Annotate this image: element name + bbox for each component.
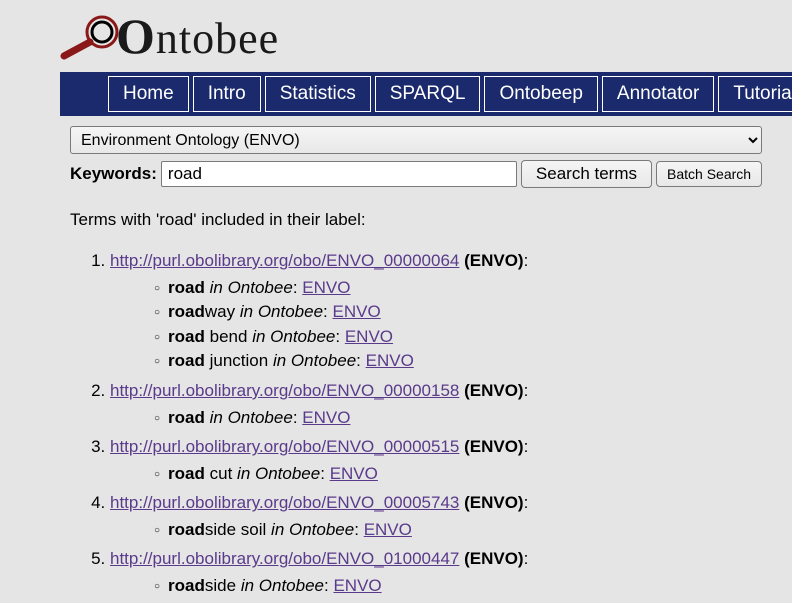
sub-item: roadway in Ontobee: ENVO <box>154 300 782 325</box>
logo-area: Ontobee <box>60 6 792 72</box>
nav-statistics[interactable]: Statistics <box>265 76 371 112</box>
term-source: (ENVO) <box>464 437 524 456</box>
result-item: http://purl.obolibrary.org/obo/ENVO_0000… <box>110 378 782 430</box>
match-text: road <box>168 302 205 321</box>
term-source: (ENVO) <box>464 493 524 512</box>
match-text: road <box>168 520 205 539</box>
batch-search-button[interactable]: Batch Search <box>656 161 762 187</box>
term-source: (ENVO) <box>464 251 524 270</box>
term-url-link[interactable]: http://purl.obolibrary.org/obo/ENVO_0000… <box>110 493 459 512</box>
sub-item: road in Ontobee: ENVO <box>154 276 782 301</box>
sub-item: roadside in Ontobee: ENVO <box>154 574 782 599</box>
result-item: http://purl.obolibrary.org/obo/ENVO_0100… <box>110 546 782 598</box>
logo: Ontobee <box>60 6 792 66</box>
in-ontobee-text: in Ontobee <box>237 464 320 483</box>
term-url-link[interactable]: http://purl.obolibrary.org/obo/ENVO_0000… <box>110 381 459 400</box>
sub-item: road bend in Ontobee: ENVO <box>154 325 782 350</box>
term-url-link[interactable]: http://purl.obolibrary.org/obo/ENVO_0100… <box>110 549 459 568</box>
rest-text: cut <box>210 464 233 483</box>
ontology-link[interactable]: ENVO <box>302 408 350 427</box>
in-ontobee-text: in Ontobee <box>210 278 293 297</box>
sub-list: road in Ontobee: ENVO <box>110 406 782 431</box>
sub-list: road cut in Ontobee: ENVO <box>110 462 782 487</box>
results-intro: Terms with 'road' included in their labe… <box>70 210 782 230</box>
ontology-link[interactable]: ENVO <box>364 520 412 539</box>
in-ontobee-text: in Ontobee <box>240 302 323 321</box>
ontology-link[interactable]: ENVO <box>333 576 381 595</box>
term-source: (ENVO) <box>464 549 524 568</box>
logo-text: ntobee <box>156 14 279 63</box>
result-item: http://purl.obolibrary.org/obo/ENVO_0000… <box>110 490 782 542</box>
magnifier-icon <box>60 14 122 75</box>
in-ontobee-text: in Ontobee <box>210 408 293 427</box>
match-text: road <box>168 576 205 595</box>
ontology-link[interactable]: ENVO <box>302 278 350 297</box>
sub-list: roadside soil in Ontobee: ENVO <box>110 518 782 543</box>
in-ontobee-text: in Ontobee <box>273 351 356 370</box>
keywords-input[interactable] <box>161 161 517 187</box>
nav-annotator[interactable]: Annotator <box>602 76 714 112</box>
search-terms-button[interactable]: Search terms <box>521 160 652 188</box>
sub-item: road in Ontobee: ENVO <box>154 406 782 431</box>
rest-text: bend <box>210 327 248 346</box>
nav-sparql[interactable]: SPARQL <box>375 76 481 112</box>
match-text: road <box>168 327 205 346</box>
in-ontobee-text: in Ontobee <box>252 327 335 346</box>
ontology-link[interactable]: ENVO <box>333 302 381 321</box>
keywords-label: Keywords: <box>70 164 157 184</box>
rest-text: side soil <box>205 520 266 539</box>
results-list: http://purl.obolibrary.org/obo/ENVO_0000… <box>70 248 782 599</box>
rest-text: way <box>205 302 235 321</box>
nav-home[interactable]: Home <box>108 76 189 112</box>
in-ontobee-text: in Ontobee <box>241 576 324 595</box>
ontology-link[interactable]: ENVO <box>366 351 414 370</box>
ontology-link[interactable]: ENVO <box>345 327 393 346</box>
in-ontobee-text: in Ontobee <box>271 520 354 539</box>
sub-list: road in Ontobee: ENVOroadway in Ontobee:… <box>110 276 782 375</box>
match-text: road <box>168 278 205 297</box>
result-item: http://purl.obolibrary.org/obo/ENVO_0000… <box>110 434 782 486</box>
search-row: Keywords: Search terms Batch Search <box>70 160 782 188</box>
ontology-select[interactable]: Environment Ontology (ENVO) <box>70 126 762 154</box>
rest-text: junction <box>210 351 269 370</box>
ontology-link[interactable]: ENVO <box>330 464 378 483</box>
nav-ontobeep[interactable]: Ontobeep <box>484 76 597 112</box>
content-area: Environment Ontology (ENVO) Keywords: Se… <box>60 116 792 599</box>
nav-tutorial[interactable]: Tutorial <box>718 76 792 112</box>
term-source: (ENVO) <box>464 381 524 400</box>
sub-item: road junction in Ontobee: ENVO <box>154 349 782 374</box>
nav-intro[interactable]: Intro <box>193 76 261 112</box>
match-text: road <box>168 351 205 370</box>
rest-text: side <box>205 576 236 595</box>
term-url-link[interactable]: http://purl.obolibrary.org/obo/ENVO_0000… <box>110 251 459 270</box>
result-item: http://purl.obolibrary.org/obo/ENVO_0000… <box>110 248 782 374</box>
sub-item: roadside soil in Ontobee: ENVO <box>154 518 782 543</box>
sub-item: road cut in Ontobee: ENVO <box>154 462 782 487</box>
navbar: Home Intro Statistics SPARQL Ontobeep An… <box>60 72 792 116</box>
match-text: road <box>168 464 205 483</box>
match-text: road <box>168 408 205 427</box>
sub-list: roadside in Ontobee: ENVO <box>110 574 782 599</box>
term-url-link[interactable]: http://purl.obolibrary.org/obo/ENVO_0000… <box>110 437 459 456</box>
